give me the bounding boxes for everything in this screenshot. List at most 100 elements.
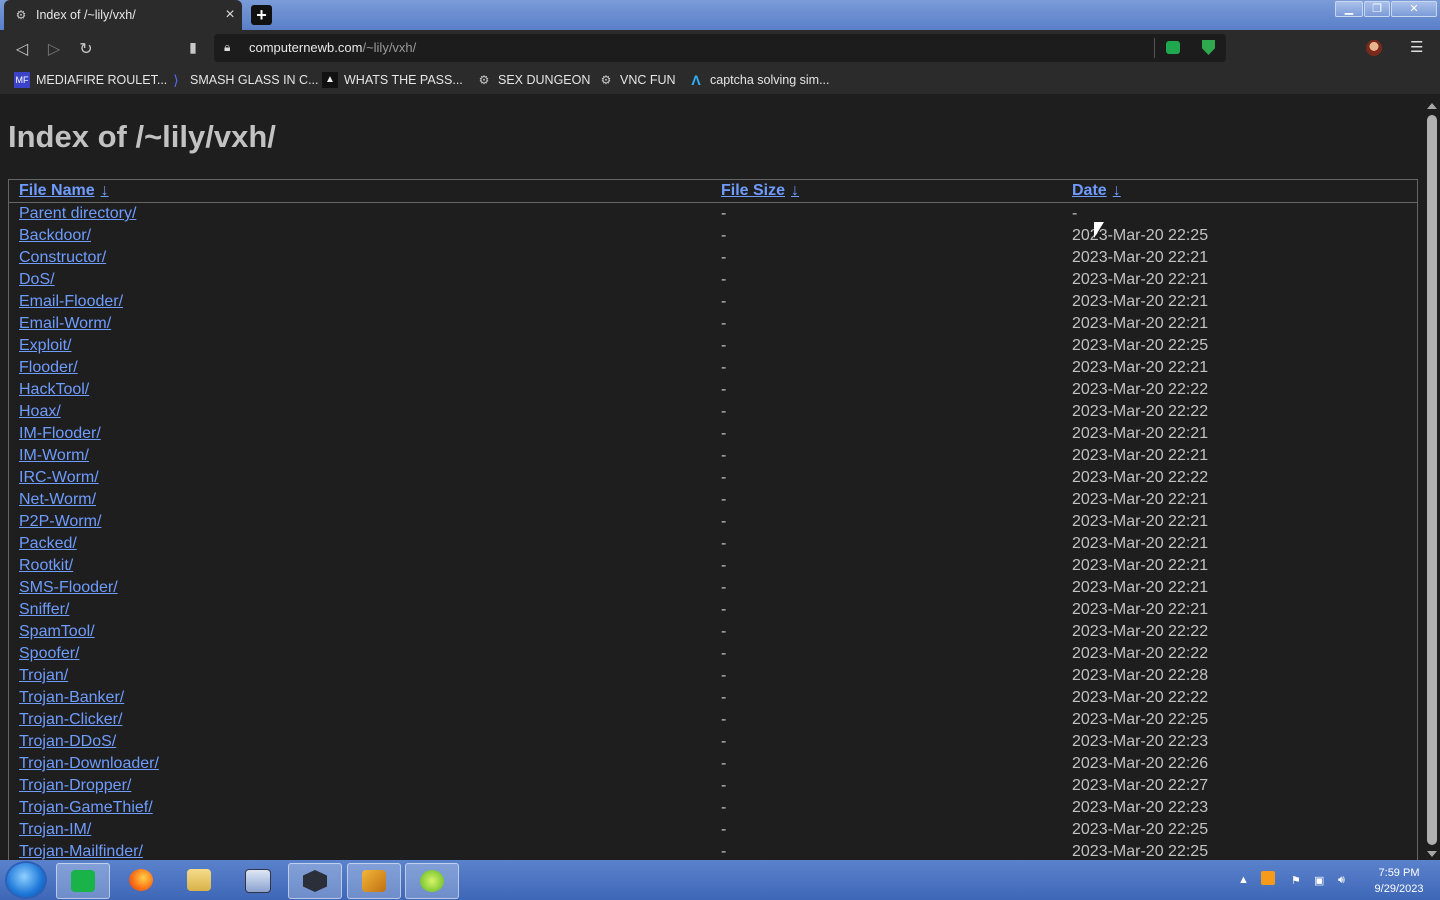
directory-link[interactable]: SpamTool/ (19, 623, 95, 640)
file-name-cell: Rootkit/ (19, 557, 73, 575)
directory-link[interactable]: Sniffer/ (19, 601, 69, 618)
file-size-cell: - (721, 711, 727, 728)
directory-link[interactable]: Trojan-GameThief/ (19, 799, 153, 816)
bookmark-item[interactable]: ⟩ SMASH GLASS IN C... (168, 72, 318, 88)
directory-link[interactable]: Exploit/ (19, 337, 71, 354)
file-size-cell: - (721, 689, 727, 706)
taskbar-app-chat[interactable] (56, 863, 110, 899)
file-name-cell: Email-Flooder/ (19, 293, 123, 311)
bookmark-icon[interactable]: ▮ (183, 39, 203, 56)
file-size-cell: - (721, 579, 727, 596)
minimize-button[interactable]: ▁ (1335, 1, 1363, 17)
sort-arrow-icon[interactable]: ↓ (101, 182, 109, 199)
address-bar[interactable]: 🔒︎ computernewb.com/~lily/vxh/ (214, 34, 1226, 62)
file-size-cell: - (721, 843, 727, 860)
directory-link[interactable]: Trojan/ (19, 667, 68, 684)
bookmark-item[interactable]: ⚙ SEX DUNGEON (476, 72, 591, 88)
scroll-down-icon[interactable] (1427, 851, 1437, 857)
taskbar-app-tool[interactable] (347, 863, 401, 899)
bookmark-label: captcha solving sim... (710, 73, 830, 87)
file-name-cell: Backdoor/ (19, 227, 91, 245)
date-cell: 2023-Mar-20 22:28 (1072, 667, 1209, 684)
directory-link[interactable]: Parent directory/ (19, 205, 136, 222)
date-cell: 2023-Mar-20 22:21 (1072, 601, 1209, 618)
browser-tab[interactable]: ⚙ Index of /~lily/vxh/ × (4, 0, 242, 30)
directory-link[interactable]: Trojan-Dropper/ (19, 777, 131, 794)
scrollbar-thumb[interactable] (1427, 115, 1437, 845)
file-size-cell: - (721, 293, 727, 310)
sort-by-size-link[interactable]: File Size (721, 182, 785, 199)
file-name-cell: DoS/ (19, 271, 55, 289)
directory-link[interactable]: Net-Worm/ (19, 491, 96, 508)
file-size-cell: - (721, 733, 727, 750)
date-cell: 2023-Mar-20 22:22 (1072, 623, 1209, 640)
taskbar-app-firefox[interactable] (115, 863, 167, 897)
directory-link[interactable]: Backdoor/ (19, 227, 91, 244)
bookmark-item[interactable]: Λ captcha solving sim... (688, 72, 830, 88)
menu-icon[interactable]: ☰ (1410, 38, 1423, 56)
directory-link[interactable]: Email-Flooder/ (19, 293, 123, 310)
system-clock[interactable]: 7:59 PM 9/29/2023 (1366, 865, 1432, 897)
network-icon[interactable]: ▣ (1314, 874, 1324, 887)
taskbar-app-vm[interactable] (288, 863, 342, 899)
back-icon[interactable]: ◁ (12, 39, 32, 59)
maximize-button[interactable]: ❐ (1364, 1, 1390, 17)
file-size-cell: - (721, 491, 727, 508)
directory-link[interactable]: Email-Worm/ (19, 315, 111, 332)
reload-icon[interactable]: ↻ (76, 39, 96, 59)
file-name-cell: Trojan-Mailfinder/ (19, 843, 143, 860)
directory-link[interactable]: IM-Flooder/ (19, 425, 101, 442)
taskbar-app-explorer[interactable] (173, 863, 225, 897)
directory-link[interactable]: Hoax/ (19, 403, 61, 420)
date-cell: 2023-Mar-20 22:21 (1072, 359, 1209, 376)
tray-app-icon[interactable] (1261, 871, 1275, 885)
volume-icon[interactable]: 🔊︎ (1338, 874, 1345, 887)
taskbar-app-lime[interactable] (405, 863, 459, 899)
close-window-button[interactable]: ✕ (1391, 1, 1437, 17)
directory-link[interactable]: SMS-Flooder/ (19, 579, 118, 596)
file-name-cell: SpamTool/ (19, 623, 95, 641)
sort-arrow-icon[interactable]: ↓ (1113, 182, 1121, 199)
url-host: computernewb.com (249, 40, 363, 55)
directory-link[interactable]: Packed/ (19, 535, 77, 552)
url-text[interactable]: computernewb.com/~lily/vxh/ (249, 40, 416, 55)
tray-expand-icon[interactable]: ▲ (1238, 874, 1249, 886)
directory-link[interactable]: Trojan-Mailfinder/ (19, 843, 143, 860)
tool-app-icon (362, 870, 386, 892)
action-center-flag-icon[interactable]: ⚑ (1291, 874, 1301, 887)
tab-close-icon[interactable]: × (220, 6, 240, 24)
start-button[interactable] (7, 863, 45, 897)
directory-link[interactable]: Trojan-Clicker/ (19, 711, 122, 728)
directory-link[interactable]: DoS/ (19, 271, 55, 288)
directory-link[interactable]: IRC-Worm/ (19, 469, 99, 486)
bookmark-item[interactable]: ⚙ VNC FUN (598, 72, 676, 88)
directory-link[interactable]: HackTool/ (19, 381, 89, 398)
directory-link[interactable]: P2P-Worm/ (19, 513, 101, 530)
directory-link[interactable]: IM-Worm/ (19, 447, 89, 464)
vertical-scrollbar[interactable] (1424, 100, 1440, 860)
bookmark-item[interactable]: MF MEDIAFIRE ROULET... (14, 72, 167, 88)
new-tab-button[interactable]: + (251, 5, 272, 25)
directory-link[interactable]: Trojan-DDoS/ (19, 733, 116, 750)
directory-link[interactable]: Spoofer/ (19, 645, 79, 662)
file-name-cell: Packed/ (19, 535, 77, 553)
directory-link[interactable]: Constructor/ (19, 249, 106, 266)
directory-link[interactable]: Trojan-Banker/ (19, 689, 124, 706)
profile-avatar[interactable] (1366, 40, 1382, 56)
sort-by-date-link[interactable]: Date (1072, 182, 1107, 199)
extension-shield-icon[interactable] (1202, 40, 1215, 55)
file-size-cell: - (721, 601, 727, 618)
directory-link[interactable]: Trojan-IM/ (19, 821, 91, 838)
directory-link[interactable]: Flooder/ (19, 359, 78, 376)
sort-arrow-icon[interactable]: ↓ (791, 182, 799, 199)
file-size-cell: - (721, 821, 727, 838)
bookmark-item[interactable]: ▲ WHATS THE PASS... (322, 72, 463, 88)
sort-by-name-link[interactable]: File Name (19, 182, 95, 199)
forward-icon[interactable]: ▷ (44, 39, 64, 59)
directory-link[interactable]: Trojan-Downloader/ (19, 755, 159, 772)
taskbar-app-window[interactable] (231, 863, 283, 897)
extension-chat-icon[interactable] (1166, 41, 1180, 54)
scroll-up-icon[interactable] (1427, 103, 1437, 109)
table-row: IRC-Worm/ - 2023-Mar-20 22:22 (9, 467, 1417, 489)
directory-link[interactable]: Rootkit/ (19, 557, 73, 574)
